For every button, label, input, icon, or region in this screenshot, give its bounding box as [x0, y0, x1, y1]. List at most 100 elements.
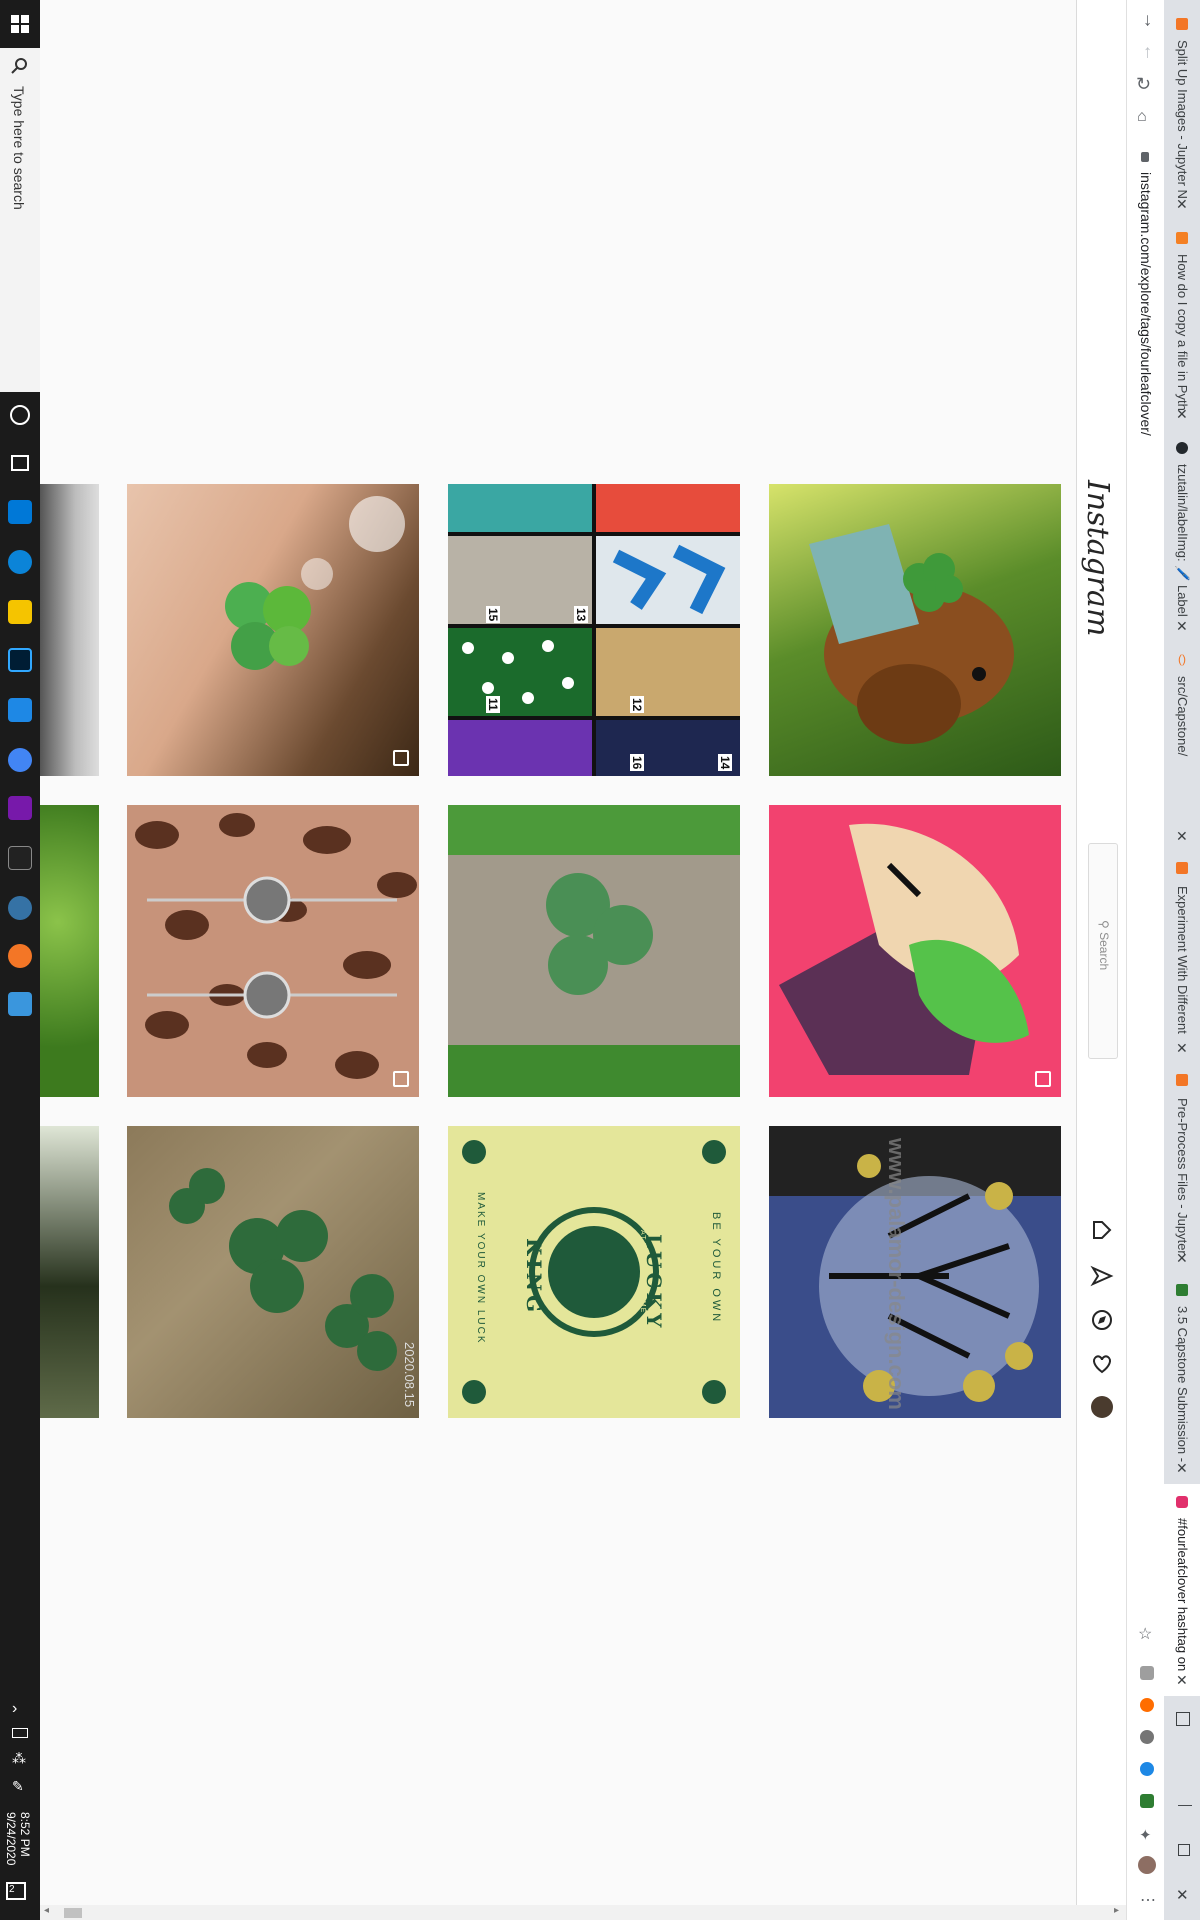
taskbar-search[interactable]: Type here to search	[0, 48, 40, 392]
address-bar[interactable]: instagram.com/explore/tags/fourleafclove…	[1138, 172, 1154, 436]
file-explorer-icon[interactable]	[8, 600, 32, 624]
photoshop-icon[interactable]	[8, 648, 32, 672]
tab-close-icon[interactable]: ✕	[1176, 1250, 1188, 1267]
post-cropped-3[interactable]	[40, 1126, 99, 1418]
terminal-icon[interactable]	[8, 846, 32, 870]
profile-avatar[interactable]	[1091, 1396, 1113, 1418]
windows-icon	[11, 15, 29, 33]
menu-kebab-icon[interactable]: ⋯	[1140, 1890, 1156, 1910]
dog-photo	[809, 524, 1014, 744]
pen-icon[interactable]: ✎	[12, 1778, 24, 1795]
tree-art	[769, 1126, 1061, 1402]
jupyter-favicon	[1176, 18, 1188, 30]
vscode-icon[interactable]	[8, 698, 32, 722]
home-button-icon[interactable]: ⌂	[1137, 108, 1147, 126]
tab-split-up-images[interactable]: Split Up Images - Jupyter N	[1175, 40, 1190, 199]
onenote-icon[interactable]	[8, 796, 32, 820]
course-favicon	[1176, 1284, 1188, 1296]
tab-pre-process[interactable]: Pre-Process Files - Jupyter	[1175, 1098, 1190, 1255]
tab-close-icon[interactable]: ✕	[1176, 618, 1188, 635]
task-view-icon[interactable]	[11, 455, 29, 471]
calculator-icon[interactable]	[8, 992, 32, 1016]
extension-icon[interactable]	[1140, 1794, 1154, 1808]
post-grass-clover[interactable]: 2020.08.15	[127, 1126, 419, 1418]
extension-icon[interactable]	[1140, 1730, 1154, 1744]
watermark: www.palamor-design.com	[884, 1138, 909, 1410]
fabric-number: 14	[718, 754, 732, 772]
network-icon[interactable]: ⁂	[12, 1750, 26, 1767]
post-fabric-swatches[interactable]: 15 13 11 16 14 12	[448, 484, 740, 776]
direct-message-icon[interactable]	[1090, 1264, 1114, 1288]
scroll-right-icon[interactable]: ▸	[1114, 1905, 1119, 1916]
poster-line: KING	[522, 1238, 546, 1317]
fabric-number: 15	[486, 606, 500, 624]
post-lucky-king-poster[interactable]: BE YOUR OWN LUCKY KING MAKE YOUR OWN LUC…	[448, 1126, 740, 1418]
clover-grass-photo	[169, 1168, 397, 1371]
tab-copy-file-python[interactable]: How do I copy a file in Pyth	[1175, 254, 1190, 411]
python-icon[interactable]	[8, 896, 32, 920]
bookmark-star-icon[interactable]: ☆	[1138, 1624, 1152, 1644]
tab-fourleafclover-hashtag[interactable]: #fourleafclover hashtag on	[1175, 1518, 1190, 1671]
jupyter-icon[interactable]	[8, 944, 32, 968]
forward-icon[interactable]: →	[1135, 44, 1156, 62]
clock[interactable]: 8:52 PM 9/24/2020	[4, 1812, 32, 1865]
post-anime-art[interactable]	[769, 805, 1061, 1097]
jupyter-favicon	[1176, 1074, 1188, 1086]
tab-close-icon[interactable]: ✕	[1176, 406, 1188, 423]
edge-icon[interactable]	[8, 550, 32, 574]
fabric-number: 12	[630, 696, 644, 714]
multi-photo-icon	[393, 750, 409, 766]
tab-close-icon[interactable]: ✕	[1176, 1672, 1188, 1689]
extension-icon[interactable]	[1140, 1666, 1154, 1680]
scroll-left-icon[interactable]: ◂	[44, 1905, 49, 1916]
search-placeholder-text: Search	[1097, 932, 1111, 971]
post-leopard-earrings[interactable]	[127, 805, 419, 1097]
tab-src-capstone[interactable]: src/Capstone/	[1175, 676, 1190, 756]
anime-art	[779, 823, 1029, 1075]
reload-icon[interactable]: ↻	[1136, 74, 1151, 95]
battery-icon[interactable]	[12, 1728, 28, 1738]
tab-experiment[interactable]: Experiment With Different	[1175, 886, 1190, 1034]
search-icon	[11, 58, 27, 74]
multi-photo-icon	[393, 1071, 409, 1087]
tab-labelimg[interactable]: tzutalin/labelImg: 🖊️ Label	[1174, 464, 1190, 617]
back-icon[interactable]: ←	[1135, 12, 1156, 30]
earrings-photo	[135, 813, 417, 1079]
chevron-up-icon[interactable]: ›	[12, 1700, 17, 1718]
heart-icon[interactable]	[1090, 1352, 1114, 1376]
extension-icon[interactable]	[1140, 1698, 1154, 1712]
post-clover-gravel[interactable]	[448, 805, 740, 1097]
explore-compass-icon[interactable]	[1090, 1308, 1114, 1332]
post-dog-clover[interactable]	[769, 484, 1061, 776]
tab-capstone-submission[interactable]: 3.5 Capstone Submission -	[1175, 1306, 1190, 1462]
tab-search-icon[interactable]	[1176, 1712, 1190, 1726]
post-hand-clover[interactable]	[127, 484, 419, 776]
post-tree-art[interactable]: www.palamor-design.com	[769, 1126, 1061, 1418]
extension-icon[interactable]	[1140, 1762, 1154, 1776]
start-button[interactable]	[8, 12, 32, 36]
fabric-number: 13	[574, 606, 588, 624]
window-close-icon[interactable]: ✕	[1176, 1886, 1189, 1904]
store-icon[interactable]	[8, 500, 32, 524]
notification-center[interactable]: 2	[6, 1882, 26, 1900]
post-cropped-1[interactable]	[40, 484, 99, 776]
tab-close-icon[interactable]: ✕	[1176, 1460, 1188, 1477]
instagram-search-placeholder: ⚲ Search	[1097, 920, 1111, 970]
tab-close-icon[interactable]: ✕	[1176, 196, 1188, 213]
cortana-icon[interactable]	[10, 405, 30, 425]
puzzle-icon[interactable]: ✦	[1139, 1826, 1152, 1844]
chrome-icon[interactable]	[8, 748, 32, 772]
home-icon[interactable]	[1090, 1218, 1114, 1242]
restore-icon[interactable]	[1178, 1844, 1190, 1856]
fabric-number: 16	[630, 754, 644, 772]
profile-icon[interactable]	[1138, 1856, 1156, 1874]
instagram-favicon	[1176, 1496, 1188, 1508]
tab-close-icon[interactable]: ✕	[1176, 828, 1188, 845]
minimize-icon[interactable]: —	[1178, 1796, 1192, 1812]
scrollbar-thumb[interactable]	[64, 1908, 82, 1918]
tab-close-icon[interactable]: ✕	[1176, 1040, 1188, 1057]
horizontal-scrollbar[interactable]	[40, 1905, 1126, 1920]
search-icon: ⚲	[1097, 920, 1111, 933]
instagram-logo[interactable]: Instagram	[1080, 480, 1115, 636]
post-cropped-2[interactable]	[40, 805, 99, 1097]
